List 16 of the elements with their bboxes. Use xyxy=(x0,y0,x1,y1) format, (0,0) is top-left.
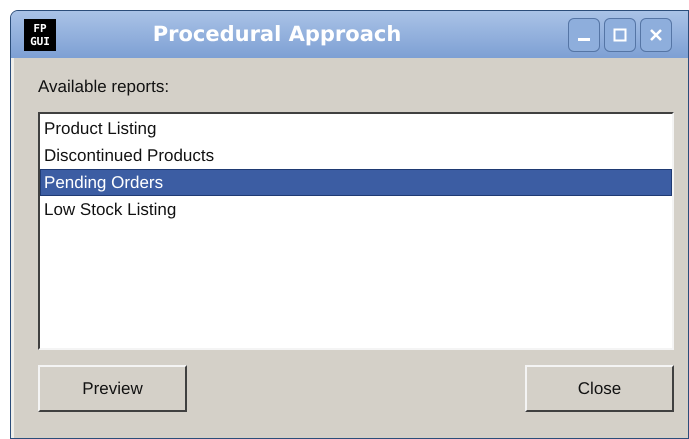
report-list[interactable]: Product Listing Discontinued Products Pending Orders Low Stock Listing xyxy=(38,112,674,350)
maximize-icon xyxy=(613,28,627,42)
list-item[interactable]: Low Stock Listing xyxy=(40,196,672,223)
window-title: Procedural Approach xyxy=(152,20,402,48)
close-icon xyxy=(649,28,663,42)
list-label: Available reports: xyxy=(38,76,170,98)
app-logo: FP GUI xyxy=(24,18,56,50)
dialog-button[interactable]: Preview xyxy=(38,365,187,412)
list-item[interactable]: Product Listing xyxy=(40,115,672,142)
close-button[interactable] xyxy=(640,18,672,52)
minimize-button[interactable] xyxy=(568,18,600,52)
dialog-button[interactable]: Close xyxy=(525,365,674,412)
list-item[interactable]: Pending Orders xyxy=(40,169,672,196)
list-item[interactable]: Discontinued Products xyxy=(40,142,672,169)
minimize-icon xyxy=(578,38,590,41)
maximize-button[interactable] xyxy=(604,18,636,52)
